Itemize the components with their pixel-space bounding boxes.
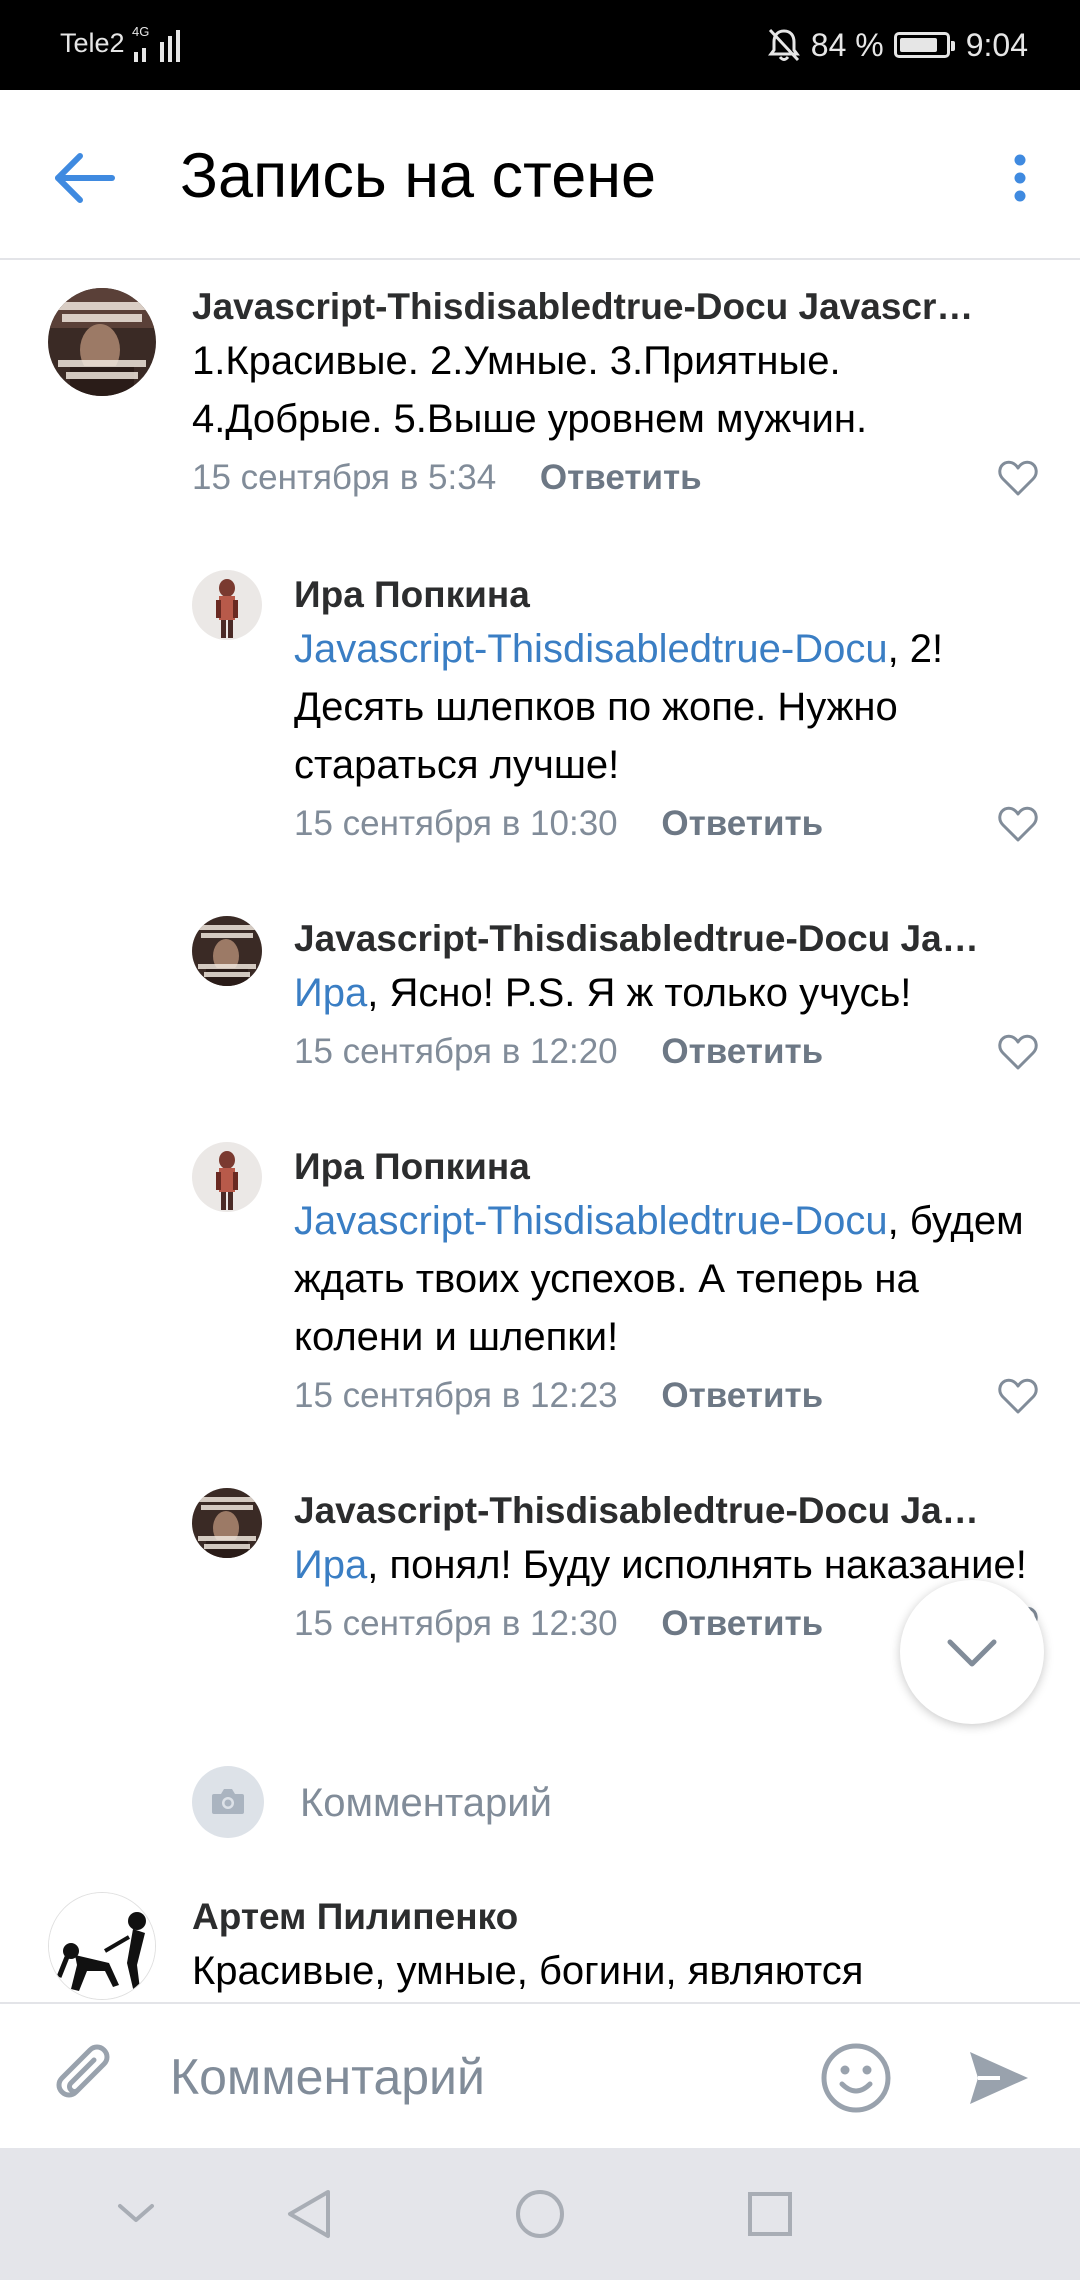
app-header: Запись на стене bbox=[0, 90, 1080, 260]
comment-text: Ира, понял! Буду исполнять наказание! bbox=[294, 1536, 1040, 1594]
reply-button[interactable]: Ответить bbox=[661, 1366, 823, 1426]
comment-text: 1.Красивые. 2.Умные. 3.Приятные. 4.Добры… bbox=[192, 339, 868, 441]
comment-author[interactable]: Javascript-Thisdisabledtrue-Docu Ja… bbox=[294, 914, 1040, 964]
comments-feed[interactable]: Javascript-Thisdisabledtrue-Docu Javascr… bbox=[0, 260, 1080, 2002]
reply-button[interactable]: Ответить bbox=[661, 794, 823, 854]
battery-percent: 84 % bbox=[810, 26, 884, 63]
clock: 9:04 bbox=[965, 26, 1028, 63]
mention-link[interactable]: Ира bbox=[294, 971, 367, 1015]
more-vertical-icon[interactable] bbox=[990, 138, 1050, 218]
avatar[interactable] bbox=[48, 288, 156, 396]
signal-icon: 4G bbox=[132, 24, 180, 62]
comment-text: Ира, Ясно! P.S. Я ж только учусь! bbox=[294, 964, 1040, 1022]
chevron-down-icon bbox=[947, 1639, 997, 1667]
comment-text: Javascript-Thisdisabledtrue-Docu, будем … bbox=[294, 1192, 1040, 1366]
reply-button[interactable]: Ответить bbox=[540, 448, 702, 508]
comment-time: 15 сентября в 12:30 bbox=[294, 1604, 618, 1643]
comment-author[interactable]: Javascript-Thisdisabledtrue-Docu Ja… bbox=[294, 1486, 1040, 1536]
comment-time: 15 сентября в 10:30 bbox=[294, 804, 618, 843]
mention-link[interactable]: Javascript-Thisdisabledtrue-Docu bbox=[294, 627, 888, 671]
comment-author[interactable]: Ира Попкина bbox=[294, 570, 1040, 620]
comment-author[interactable]: Ира Попкина bbox=[294, 1142, 1040, 1192]
comment-text-rest: , Ясно! P.S. Я ж только учусь! bbox=[367, 971, 912, 1015]
comment-input[interactable] bbox=[170, 2040, 790, 2114]
heart-icon[interactable] bbox=[996, 802, 1040, 846]
avatar[interactable] bbox=[192, 1488, 262, 1558]
camera-icon[interactable] bbox=[192, 1766, 264, 1838]
comment-time: 15 сентября в 5:34 bbox=[192, 458, 497, 497]
avatar[interactable] bbox=[192, 1142, 262, 1212]
system-nav-bar bbox=[0, 2148, 1080, 2280]
page-title: Запись на стене bbox=[180, 141, 657, 211]
reply-button[interactable]: Ответить bbox=[661, 1594, 823, 1654]
comment-time: 15 сентября в 12:20 bbox=[294, 1032, 618, 1071]
comment-author[interactable]: Javascript-Thisdisabledtrue-Docu Javascr… bbox=[192, 282, 1040, 332]
home-circle-icon[interactable] bbox=[510, 2184, 570, 2244]
comment-text: Javascript-Thisdisabledtrue-Docu, 2! Дес… bbox=[294, 620, 1040, 794]
heart-icon[interactable] bbox=[996, 1030, 1040, 1074]
heart-icon[interactable] bbox=[996, 456, 1040, 500]
back-arrow-icon[interactable] bbox=[44, 138, 124, 218]
comment-composer bbox=[0, 2002, 1080, 2150]
network-type-label: 4G bbox=[132, 24, 149, 39]
smile-icon[interactable] bbox=[818, 2040, 894, 2116]
hide-keyboard-icon[interactable] bbox=[112, 2184, 160, 2244]
avatar[interactable] bbox=[192, 570, 262, 640]
avatar[interactable] bbox=[48, 1892, 156, 2000]
paperclip-icon[interactable] bbox=[48, 2040, 124, 2116]
mention-link[interactable]: Ира bbox=[294, 1543, 367, 1587]
reply-button[interactable]: Ответить bbox=[661, 1022, 823, 1082]
comment-author[interactable]: Артем Пилипенко bbox=[192, 1892, 1040, 1942]
battery-fill bbox=[899, 38, 937, 52]
scroll-to-bottom-button[interactable] bbox=[900, 1580, 1044, 1724]
heart-icon[interactable] bbox=[996, 1374, 1040, 1418]
avatar[interactable] bbox=[192, 916, 262, 986]
carrier-label: Tele2 bbox=[60, 28, 125, 58]
comment-time: 15 сентября в 12:23 bbox=[294, 1376, 618, 1415]
recents-square-icon[interactable] bbox=[742, 2184, 798, 2244]
comment-prompt-label[interactable]: Комментарий bbox=[300, 1776, 552, 1830]
battery-icon bbox=[893, 32, 955, 58]
mention-link[interactable]: Javascript-Thisdisabledtrue-Docu bbox=[294, 1199, 888, 1243]
mute-bell-icon bbox=[767, 28, 800, 62]
back-triangle-icon[interactable] bbox=[282, 2184, 338, 2244]
comment-text: Красивые, умные, богини, являются bbox=[192, 1949, 864, 1993]
comment-text-rest: , понял! Буду исполнять наказание! bbox=[367, 1543, 1027, 1587]
status-bar: Tele2 4G 84 % 9:04 bbox=[0, 0, 1080, 90]
send-icon[interactable] bbox=[964, 2044, 1032, 2112]
